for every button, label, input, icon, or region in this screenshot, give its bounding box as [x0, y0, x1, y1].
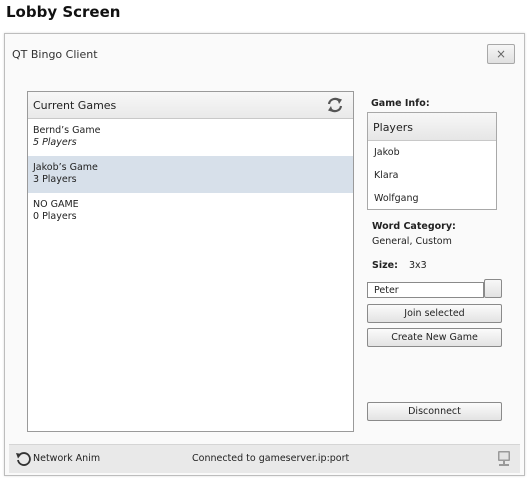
games-list-title: Current Games [33, 99, 117, 112]
game-player-count: 5 Players [33, 137, 77, 148]
game-list-item[interactable]: Bernd’s Game 5 Players [28, 119, 353, 156]
games-list-header: Current Games [28, 92, 353, 119]
size-label: Size: [372, 260, 398, 271]
player-item: Jakob [374, 147, 400, 158]
disconnect-button[interactable]: Disconnect [367, 402, 502, 421]
player-item: Wolfgang [374, 193, 419, 204]
players-list: Players Jakob Klara Wolfgang [367, 112, 497, 210]
status-bar: Network Anim Connected to gameserver.ip:… [9, 444, 520, 473]
players-list-header: Players [368, 113, 496, 141]
create-new-game-button[interactable]: Create New Game [367, 328, 502, 347]
word-category-value: General, Custom [372, 236, 452, 247]
refresh-icon[interactable] [326, 96, 344, 114]
game-list-item[interactable]: NO GAME 0 Players [28, 193, 353, 230]
game-list-item-selected[interactable]: Jakob’s Game 3 Players [28, 156, 353, 193]
app-window: QT Bingo Client × Current Games Bernd’s … [4, 33, 525, 476]
current-games-list: Current Games Bernd’s Game 5 Players Jak… [27, 91, 354, 432]
page-title: Lobby Screen [6, 3, 121, 21]
game-name: Jakob’s Game [33, 162, 98, 173]
connection-status: Connected to gameserver.ip:port [192, 453, 350, 464]
game-player-count: 0 Players [33, 211, 77, 222]
close-button[interactable]: × [487, 44, 515, 64]
join-selected-button[interactable]: Join selected [367, 304, 502, 323]
name-action-button[interactable] [484, 279, 502, 298]
window-title: QT Bingo Client [12, 48, 98, 61]
network-anim-icon [16, 452, 31, 466]
game-info-label: Game Info: [371, 98, 430, 109]
game-player-count: 3 Players [33, 174, 77, 185]
player-name-input[interactable] [367, 282, 484, 298]
game-name: Bernd’s Game [33, 125, 101, 136]
close-icon: × [495, 47, 507, 61]
player-item: Klara [374, 170, 399, 181]
word-category-label: Word Category: [372, 221, 456, 232]
network-anim-label: Network Anim [33, 453, 101, 464]
size-value: 3x3 [409, 260, 427, 271]
computer-icon [498, 451, 510, 466]
players-list-title: Players [373, 121, 413, 134]
game-name: NO GAME [33, 199, 79, 210]
